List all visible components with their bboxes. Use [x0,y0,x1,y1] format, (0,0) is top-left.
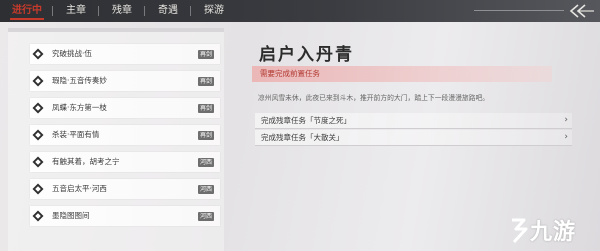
quest-name: 五音启太平·河西 [52,184,107,193]
tab-encounter[interactable]: 奇遇 [148,0,188,22]
watermark-text: 九游 [530,219,577,245]
tab-divider [52,6,53,16]
quest-list-item[interactable]: 瑕隐·五音传奏妙 再剑 [30,71,220,91]
tab-divider [144,6,145,16]
tab-main-chapter[interactable]: 主章 [56,0,96,22]
quest-list-item[interactable]: 究破挑战·伍 再剑 [30,44,220,64]
quest-list-item[interactable]: 有触其着，胡考之宁 河西 [30,152,220,172]
diamond-icon [32,156,44,168]
tab-explore[interactable]: 探游 [194,0,234,22]
tab-divider [98,6,99,16]
top-nav-bar: 进行中 主章 残章 奇遇 探游 [0,0,600,22]
diamond-icon [32,48,44,60]
subtask-label: 完成残章任务「节度之死」 [261,116,351,125]
quest-name: 凤蝶·东方第一枝 [52,103,107,112]
tab-in-progress[interactable]: 进行中 [4,0,50,22]
diamond-icon [32,129,44,141]
quest-name: 瑕隐·五音传奏妙 [52,76,107,85]
chevron-right-icon: › [564,132,568,142]
diamond-icon [32,183,44,195]
subtask-label: 完成残章任务「大散关」 [261,133,344,142]
prerequisite-warning: 需要完成前置任务 [252,66,552,82]
quest-name: 究破挑战·伍 [52,49,92,58]
quest-list-item[interactable]: 五音启太平·河西 河西 [30,179,220,199]
quest-list-item[interactable]: 凤蝶·东方第一枝 再剑 [30,98,220,118]
quest-location-badge: 河西 [197,185,214,194]
chevron-right-icon: › [564,115,568,125]
quest-description: 凉州风雪未休，此夜已来到斗木，推开前方的大门，踏上下一段漫漫旅路吧。 [258,94,490,102]
quest-location-badge: 再剑 [197,50,214,59]
diamond-icon [32,102,44,114]
quest-title: 启户入丹青 [259,45,354,65]
diamond-icon [32,210,44,222]
quest-name: 墨隐图图间 [52,211,90,220]
subtask-item[interactable]: 完成残章任务「节度之死」 › [255,113,572,129]
back-button[interactable] [566,1,596,21]
quest-location-badge: 再剑 [197,77,214,86]
quest-list-item[interactable]: 墨隐图图间 河西 [30,206,220,226]
quest-name: 杀装·平面有情 [52,130,100,139]
subtask-item[interactable]: 完成残章任务「大散关」 › [255,130,572,146]
quest-list-item[interactable]: 杀装·平面有情 再剑 [30,125,220,145]
quest-location-badge: 河西 [197,212,214,221]
topbar-ornament [474,10,564,11]
quest-location-badge: 河西 [197,158,214,167]
tab-fragment-chapter[interactable]: 残章 [102,0,142,22]
diamond-icon [32,75,44,87]
quest-location-badge: 再剑 [197,131,214,140]
warning-text: 需要完成前置任务 [260,69,320,78]
quest-name: 有触其着，胡考之宁 [52,157,120,166]
quest-location-badge: 再剑 [197,104,214,113]
back-arrow-icon [569,4,594,18]
jiuyou-logo: 九游 [508,212,598,246]
tab-divider [190,6,191,16]
logo-mark-icon [512,218,528,244]
